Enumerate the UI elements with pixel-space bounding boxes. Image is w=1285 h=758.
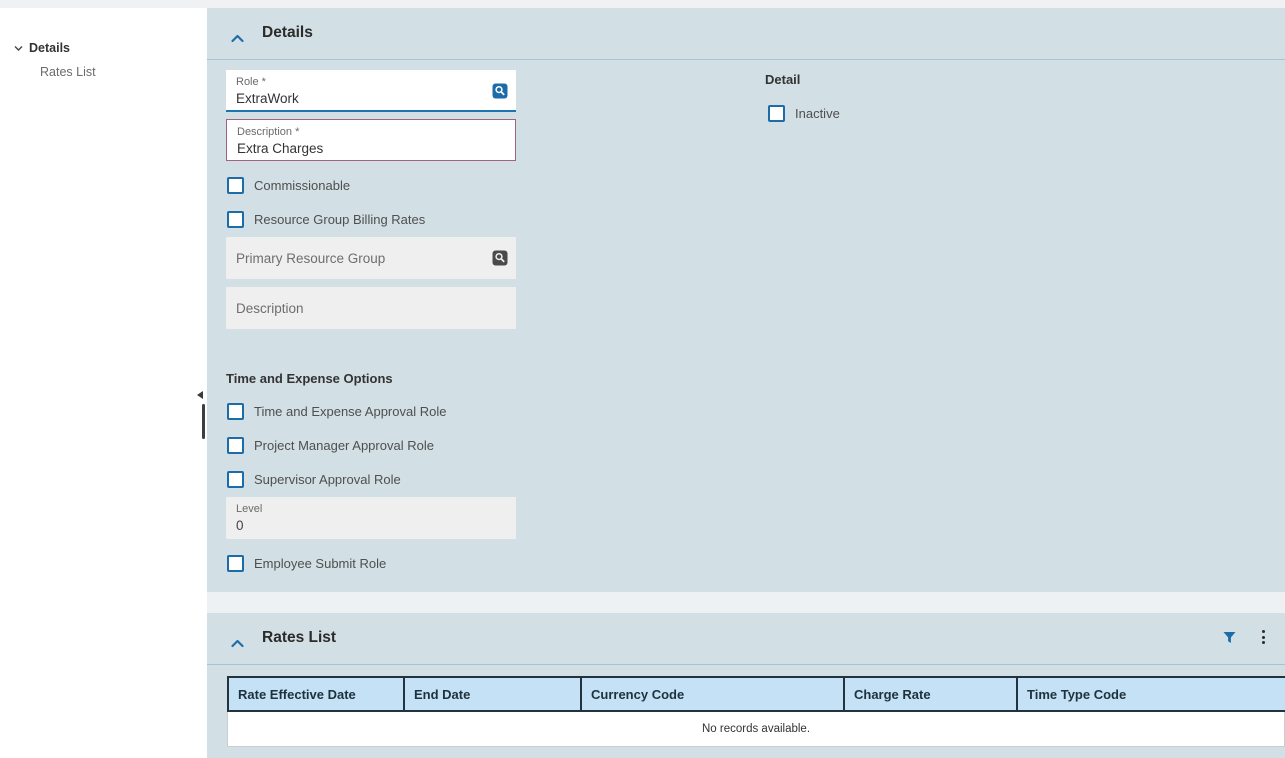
- employee-submit-role-checkbox[interactable]: Employee Submit Role: [227, 555, 386, 572]
- checkbox-box[interactable]: [227, 471, 244, 488]
- role-field-label: Role *: [236, 75, 506, 89]
- details-section: Details Role * ExtraWork Description * E…: [207, 8, 1285, 592]
- checkbox-label: Resource Group Billing Rates: [254, 212, 425, 227]
- resource-group-billing-rates-checkbox[interactable]: Resource Group Billing Rates: [227, 211, 425, 228]
- level-field-value: 0: [236, 517, 506, 535]
- checkbox-box[interactable]: [227, 211, 244, 228]
- rates-list-section: Rates List Rate Effective Date End Date …: [207, 613, 1285, 758]
- more-options-icon[interactable]: [1255, 627, 1271, 647]
- checkbox-label: Inactive: [795, 106, 840, 121]
- checkbox-box[interactable]: [227, 437, 244, 454]
- resource-group-description-field[interactable]: Description: [226, 287, 516, 329]
- checkbox-box[interactable]: [227, 177, 244, 194]
- commissionable-checkbox[interactable]: Commissionable: [227, 177, 350, 194]
- primary-resource-group-lookup-icon[interactable]: [492, 250, 508, 271]
- checkbox-label: Employee Submit Role: [254, 556, 386, 571]
- supervisor-approval-role-checkbox[interactable]: Supervisor Approval Role: [227, 471, 401, 488]
- role-field-value: ExtraWork: [236, 90, 506, 108]
- top-strip: [0, 0, 1285, 8]
- column-header-charge-rate[interactable]: Charge Rate: [845, 678, 1018, 710]
- column-header-rate-effective-date[interactable]: Rate Effective Date: [229, 678, 405, 710]
- time-expense-approval-role-checkbox[interactable]: Time and Expense Approval Role: [227, 403, 446, 420]
- sidebar-item-details[interactable]: Details: [14, 41, 70, 55]
- role-lookup-icon[interactable]: [492, 83, 508, 104]
- rates-list-section-title: Rates List: [262, 629, 336, 647]
- project-manager-approval-role-checkbox[interactable]: Project Manager Approval Role: [227, 437, 434, 454]
- detail-heading: Detail: [765, 72, 800, 87]
- text-cursor: [202, 404, 205, 439]
- collapse-details-icon[interactable]: [231, 30, 244, 48]
- checkbox-label: Commissionable: [254, 178, 350, 193]
- level-field-label: Level: [236, 502, 506, 516]
- sidebar-item-label: Details: [29, 41, 70, 55]
- checkbox-label: Time and Expense Approval Role: [254, 404, 446, 419]
- collapse-rates-list-icon[interactable]: [231, 635, 244, 653]
- role-field[interactable]: Role * ExtraWork: [226, 70, 516, 112]
- inactive-checkbox[interactable]: Inactive: [768, 105, 840, 122]
- no-records-row: No records available.: [227, 712, 1285, 747]
- rates-grid-header-row: Rate Effective Date End Date Currency Co…: [227, 676, 1285, 712]
- checkbox-box[interactable]: [768, 105, 785, 122]
- sidebar-item-rates-list[interactable]: Rates List: [40, 65, 96, 79]
- details-section-header: Details: [207, 8, 1285, 60]
- checkbox-label: Project Manager Approval Role: [254, 438, 434, 453]
- description-field[interactable]: Description * Extra Charges: [226, 119, 516, 161]
- checkbox-label: Supervisor Approval Role: [254, 472, 401, 487]
- resource-group-description-placeholder: Description: [236, 301, 304, 316]
- rates-list-section-header: Rates List: [207, 613, 1285, 665]
- chevron-down-icon: [14, 41, 23, 55]
- section-nav-sidebar: Details Rates List: [0, 8, 207, 758]
- sidebar-item-label: Rates List: [40, 65, 96, 79]
- checkbox-box[interactable]: [227, 555, 244, 572]
- description-field-label: Description *: [237, 125, 505, 139]
- panel-collapse-arrow-icon[interactable]: [197, 391, 203, 399]
- primary-resource-group-placeholder: Primary Resource Group: [236, 251, 385, 266]
- description-field-value: Extra Charges: [237, 140, 505, 158]
- time-expense-options-heading: Time and Expense Options: [226, 371, 393, 386]
- column-header-time-type-code[interactable]: Time Type Code: [1018, 678, 1285, 710]
- level-field[interactable]: Level 0: [226, 497, 516, 539]
- column-header-end-date[interactable]: End Date: [405, 678, 582, 710]
- details-section-title: Details: [262, 24, 313, 42]
- checkbox-box[interactable]: [227, 403, 244, 420]
- column-header-currency-code[interactable]: Currency Code: [582, 678, 845, 710]
- filter-icon[interactable]: [1221, 627, 1237, 647]
- primary-resource-group-field[interactable]: Primary Resource Group: [226, 237, 516, 279]
- app-screen: Details Rates List Details Role * ExtraW…: [0, 0, 1285, 758]
- rates-grid: Rate Effective Date End Date Currency Co…: [227, 676, 1285, 747]
